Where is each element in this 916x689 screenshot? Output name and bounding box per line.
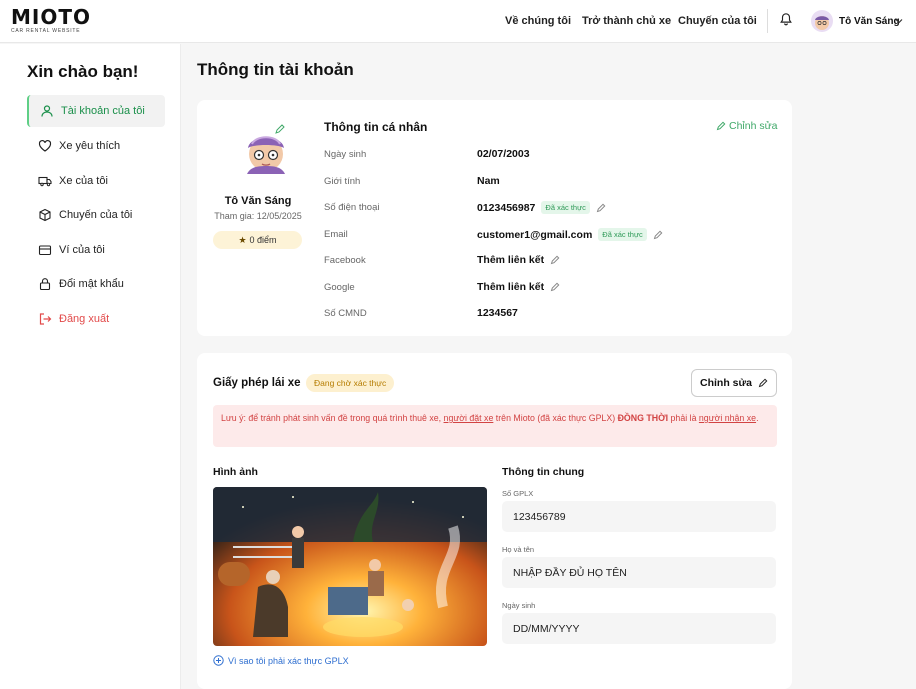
sidebar-item-account[interactable]: Tài khoản của tôi xyxy=(27,95,165,127)
note-text: trên Mioto (đã xác thực GPLX) xyxy=(493,413,618,423)
logo-text: MIOTO xyxy=(11,5,91,29)
sidebar-item-change-password[interactable]: Đổi mật khẩu xyxy=(27,268,165,300)
edit-google-pencil-icon[interactable] xyxy=(550,282,560,292)
license-name-label: Họ và tên xyxy=(502,545,535,554)
license-image-title: Hình ảnh xyxy=(213,466,258,478)
sidebar-item-wallet[interactable]: Ví của tôi xyxy=(27,234,165,266)
edit-facebook-pencil-icon[interactable] xyxy=(550,255,560,265)
dob-text: 02/07/2003 xyxy=(477,148,530,160)
logout-icon xyxy=(39,313,52,325)
avatar-edit-pencil-icon[interactable] xyxy=(274,123,286,135)
gender-text: Nam xyxy=(477,175,500,187)
license-name-field[interactable]: NHẬP ĐẦY ĐỦ HỌ TÊN xyxy=(502,557,776,588)
license-dob-label: Ngày sinh xyxy=(502,601,536,610)
email-text: customer1@gmail.com xyxy=(477,228,593,241)
profile-joined-date: Tham gia: 12/05/2025 xyxy=(214,211,302,221)
facebook-link-text[interactable]: Thêm liên kết xyxy=(477,254,544,266)
license-number-label: Số GPLX xyxy=(502,489,534,498)
nav-about[interactable]: Về chúng tôi xyxy=(505,15,571,27)
truck-icon xyxy=(38,176,52,187)
license-title: Giấy phép lái xe xyxy=(213,377,301,389)
gender-value: Nam xyxy=(477,175,500,187)
facebook-value[interactable]: Thêm liên kết xyxy=(477,254,560,266)
google-label: Google xyxy=(324,282,355,293)
sidebar-item-label: Xe của tôi xyxy=(59,175,108,187)
license-edit-button[interactable]: Chỉnh sửa xyxy=(691,369,777,397)
header-divider xyxy=(767,9,768,33)
license-number-field[interactable]: 123456789 xyxy=(502,501,776,532)
greeting: Xin chào bạn! xyxy=(27,62,139,81)
personal-edit-label: Chỉnh sửa xyxy=(729,120,778,132)
user-icon xyxy=(41,105,53,117)
page-title: Thông tin tài khoản xyxy=(197,60,354,79)
profile-name: Tô Văn Sáng xyxy=(224,195,292,207)
email-verified-badge: Đã xác thực xyxy=(598,228,647,241)
note-emphasis: ĐỒNG THỜI xyxy=(617,413,669,423)
user-avatar[interactable] xyxy=(811,10,833,32)
id-card-label: Số CMND xyxy=(324,308,367,319)
phone-label: Số điện thoại xyxy=(324,202,380,213)
email-value: customer1@gmail.com Đã xác thực xyxy=(477,228,663,241)
edit-phone-pencil-icon[interactable] xyxy=(596,203,606,213)
id-card-value: 1234567 xyxy=(477,307,518,319)
nav-become-owner[interactable]: Trở thành chủ xe xyxy=(582,15,671,27)
chevron-down-icon[interactable] xyxy=(894,16,904,26)
sidebar-item-label: Đổi mật khẩu xyxy=(59,278,124,290)
sidebar-item-my-trips[interactable]: Chuyến của tôi xyxy=(27,199,165,231)
gender-label: Giới tính xyxy=(324,176,361,187)
personal-info-title: Thông tin cá nhân xyxy=(324,120,428,134)
points-value: 0 điểm xyxy=(249,235,277,245)
box-icon xyxy=(39,208,51,222)
note-text: . xyxy=(756,413,759,423)
facebook-label: Facebook xyxy=(324,255,366,266)
top-header: MIOTO CAR RENTAL WEBSITE Về chúng tôi Tr… xyxy=(0,0,916,43)
license-dob-field[interactable]: DD/MM/YYYY xyxy=(502,613,776,644)
logo-subtitle: CAR RENTAL WEBSITE xyxy=(11,28,81,34)
note-receiver-link[interactable]: người nhận xe xyxy=(699,413,756,423)
why-verify-text: Vì sao tôi phải xác thực GPLX xyxy=(228,655,349,666)
note-booker-link[interactable]: người đặt xe xyxy=(444,413,494,423)
google-link-text[interactable]: Thêm liên kết xyxy=(477,281,544,293)
personal-edit-link[interactable]: Chỉnh sửa xyxy=(716,120,777,132)
sidebar-item-my-cars[interactable]: Xe của tôi xyxy=(27,165,165,197)
wallet-icon xyxy=(38,245,52,256)
pencil-icon xyxy=(716,121,726,131)
sidebar-item-label: Xe yêu thích xyxy=(59,140,121,152)
nav-my-trips[interactable]: Chuyến của tôi xyxy=(678,15,757,27)
phone-value: 0123456987 Đã xác thực xyxy=(477,201,606,214)
plus-circle-icon xyxy=(213,655,224,666)
dob-label: Ngày sinh xyxy=(324,149,367,160)
license-info-title: Thông tin chung xyxy=(502,466,585,478)
points-badge: ★ 0 điểm xyxy=(213,231,302,249)
id-card-text: 1234567 xyxy=(477,307,518,319)
phone-verified-badge: Đã xác thực xyxy=(541,201,590,214)
header-user-name[interactable]: Tô Văn Sáng xyxy=(839,16,900,27)
lock-icon xyxy=(39,278,51,291)
heart-icon xyxy=(38,139,52,152)
sidebar-item-favorites[interactable]: Xe yêu thích xyxy=(27,130,165,162)
logo[interactable]: MIOTO CAR RENTAL WEBSITE xyxy=(11,5,91,34)
phone-text: 0123456987 xyxy=(477,201,536,214)
star-icon: ★ xyxy=(238,234,247,245)
license-image[interactable] xyxy=(213,487,487,646)
bell-icon[interactable] xyxy=(779,12,793,27)
pencil-icon xyxy=(758,378,768,388)
license-edit-label: Chỉnh sửa xyxy=(700,377,752,389)
license-warning-note: Lưu ý: để tránh phát sinh vấn đề trong q… xyxy=(213,405,777,447)
sidebar-item-logout[interactable]: Đăng xuất xyxy=(27,303,165,335)
license-status-badge: Đang chờ xác thực xyxy=(306,374,395,392)
sidebar-item-label: Ví của tôi xyxy=(59,244,105,256)
sidebar-item-label: Đăng xuất xyxy=(59,313,110,325)
edit-email-pencil-icon[interactable] xyxy=(653,230,663,240)
sidebar-item-label: Tài khoản của tôi xyxy=(61,105,145,117)
google-value[interactable]: Thêm liên kết xyxy=(477,281,560,293)
sidebar-item-label: Chuyến của tôi xyxy=(59,209,133,221)
email-label: Email xyxy=(324,229,348,240)
note-text: Lưu ý: để tránh phát sinh vấn đề trong q… xyxy=(221,413,444,423)
dob-value: 02/07/2003 xyxy=(477,148,530,160)
note-text: phải là xyxy=(668,413,699,423)
why-verify-link[interactable]: Vì sao tôi phải xác thực GPLX xyxy=(213,655,349,666)
